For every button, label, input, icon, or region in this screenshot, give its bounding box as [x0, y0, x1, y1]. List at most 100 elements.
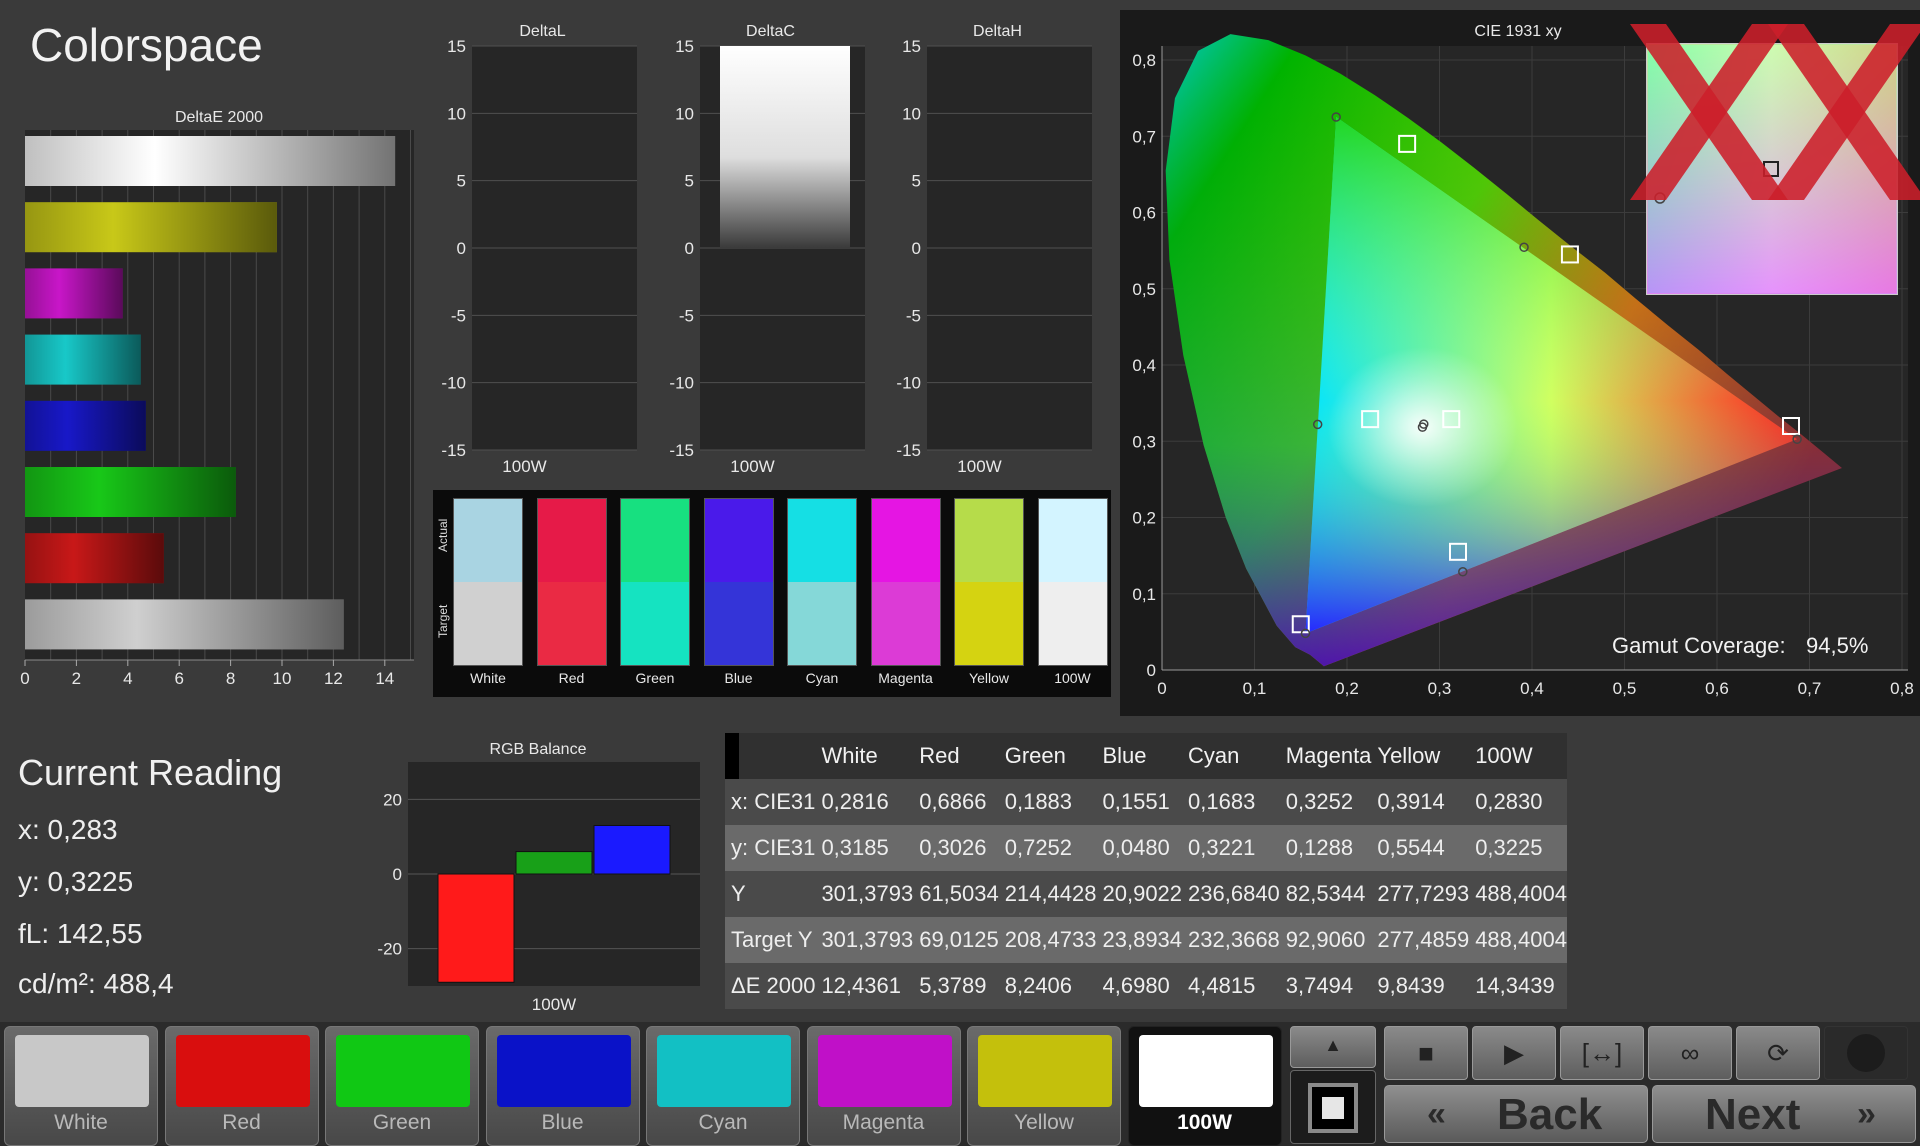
swatch-actual — [1038, 499, 1107, 582]
table-cell: 0,1883 — [998, 779, 1097, 825]
table-cell: 0,2816 — [815, 779, 914, 825]
deltae-tick-label: 12 — [324, 669, 343, 688]
stop-button[interactable]: ■ — [1384, 1026, 1468, 1080]
table-cell: 214,4428 — [998, 871, 1097, 917]
swatch-cyan — [787, 498, 857, 666]
color-button-cyan[interactable]: Cyan — [646, 1026, 800, 1146]
reading-cd: cd/m²: 488,4 — [18, 968, 174, 999]
table-cell: 8,2406 — [998, 963, 1097, 1009]
rgb-bar-green — [515, 851, 593, 875]
color-button-magenta[interactable]: Magenta — [806, 1026, 961, 1146]
delta-tick-label: 10 — [902, 104, 921, 123]
cie-y-tick: 0 — [1147, 661, 1156, 680]
loop-button[interactable]: ∞ — [1648, 1026, 1732, 1080]
cie-x-tick: 0,3 — [1428, 679, 1452, 698]
swatch-label: Magenta — [878, 670, 933, 686]
delta-tick-label: 5 — [912, 172, 921, 191]
table-row: ΔE 2000 12,4361 5,3789 8,2406 4,6980 4,4815 3,… — [725, 963, 1567, 1009]
table-cell: 0,2830 — [1469, 779, 1567, 825]
swatch-target — [454, 582, 522, 665]
color-button-yellow[interactable]: Yellow — [967, 1026, 1121, 1146]
swatch-actual — [454, 499, 522, 582]
rgb-tick-label: 0 — [393, 865, 402, 884]
next-button[interactable]: Next » — [1652, 1085, 1916, 1143]
color-button-white[interactable]: White — [4, 1026, 158, 1146]
table-row-label: x: CIE31 — [725, 779, 816, 825]
delta-tick-label: 10 — [675, 104, 694, 123]
cie-x-tick: 0,1 — [1243, 679, 1267, 698]
target-label: Target — [436, 604, 450, 638]
color-button-blue[interactable]: Blue — [485, 1026, 640, 1146]
stop-icon: ■ — [1418, 1038, 1434, 1068]
table-cell: 277,7293 — [1371, 871, 1470, 917]
table-cell: 0,3225 — [1469, 825, 1567, 871]
color-button-green[interactable]: Green — [325, 1026, 479, 1146]
table-header-yellow: Yellow — [1371, 733, 1470, 779]
delta-chart-title: DeltaL — [519, 23, 565, 40]
step-button[interactable]: [↔] — [1560, 1026, 1644, 1080]
deltae-title: DeltaE 2000 — [175, 109, 263, 126]
swatch-target — [621, 582, 689, 665]
up-arrow-button[interactable]: ▲ — [1290, 1026, 1376, 1068]
swatch-green — [620, 498, 690, 666]
record-button[interactable] — [1290, 1070, 1376, 1144]
color-chip — [175, 1035, 310, 1107]
color-chip — [336, 1035, 470, 1107]
table-cell: 5,3789 — [913, 963, 999, 1009]
table-header-100w: 100W — [1469, 733, 1567, 779]
play-button[interactable]: ▶ — [1472, 1026, 1556, 1080]
back-button[interactable]: « Back — [1384, 1085, 1648, 1143]
color-button-label: Cyan — [698, 1111, 748, 1134]
table-cell: 0,3026 — [913, 825, 999, 871]
table-cell: 92,9060 — [1279, 917, 1372, 963]
stop-square-icon — [1308, 1083, 1358, 1133]
color-button-red[interactable]: Red — [164, 1026, 319, 1146]
cie-y-tick: 0,1 — [1132, 585, 1156, 604]
rgb-bar-red — [437, 873, 515, 983]
deltae-bar-shade — [25, 136, 396, 186]
next-label: Next — [1705, 1090, 1801, 1139]
color-button-label: 100W — [1177, 1111, 1232, 1134]
delta-xlabel: 100W — [502, 457, 546, 475]
table-corner — [725, 733, 739, 779]
delta-tick-label: -5 — [906, 306, 921, 325]
deltae-tick-label: 6 — [174, 669, 183, 688]
table-cell: 23,8934 — [1096, 917, 1183, 963]
table-cell: 0,3185 — [815, 825, 914, 871]
color-chip — [817, 1035, 952, 1107]
table-row: Y 301,3793 61,5034 214,4428 20,9022 236,6840 8… — [725, 871, 1567, 917]
table-header-green: Green — [998, 733, 1097, 779]
table-cell: 4,6980 — [1096, 963, 1183, 1009]
rgb-tick-label: 20 — [383, 790, 402, 809]
color-button-label: Yellow — [1014, 1111, 1074, 1134]
cie-y-tick: 0,8 — [1132, 51, 1156, 70]
swatch-target — [788, 582, 856, 665]
deltae-tick-label: 10 — [273, 669, 292, 688]
deltae-bar-shade — [25, 599, 344, 650]
cie-x-tick: 0,2 — [1335, 679, 1359, 698]
swatch-label: Yellow — [969, 670, 1009, 686]
swatch-target — [871, 582, 940, 665]
actual-label: Actual — [436, 518, 450, 552]
swatch-yellow — [954, 498, 1024, 666]
color-button-label: Magenta — [842, 1111, 925, 1134]
play-icon: ▶ — [1504, 1038, 1524, 1068]
delta-chart-deltal: DeltaL 15 10 5 0 -5 -10 -15 100W — [441, 23, 637, 475]
table-cell: 301,3793 — [815, 917, 914, 963]
table-cell: 0,3914 — [1371, 779, 1470, 825]
table-cell: 0,3221 — [1182, 825, 1280, 871]
delta-xlabel: 100W — [957, 457, 1001, 475]
delta-tick-label: -10 — [669, 374, 694, 393]
table-row-label: ΔE 2000 — [725, 963, 816, 1009]
gamut-coverage-label: Gamut Coverage: — [1612, 633, 1786, 658]
deltae-bar-shade — [25, 334, 141, 385]
table-header-blue: Blue — [1096, 733, 1183, 779]
infinity-icon: ∞ — [1680, 1038, 1700, 1068]
table-cell: 4,4815 — [1182, 963, 1280, 1009]
measurement-table: White Red Green Blue Cyan Magenta Yellow 100W x… — [725, 733, 1567, 1009]
refresh-button[interactable]: ⟳ — [1736, 1026, 1820, 1080]
color-button-label: Green — [372, 1111, 432, 1134]
color-button-100w[interactable]: 100W — [1127, 1026, 1282, 1146]
cie-x-tick: 0 — [1157, 679, 1166, 698]
delta-tick-label: -15 — [896, 441, 921, 460]
